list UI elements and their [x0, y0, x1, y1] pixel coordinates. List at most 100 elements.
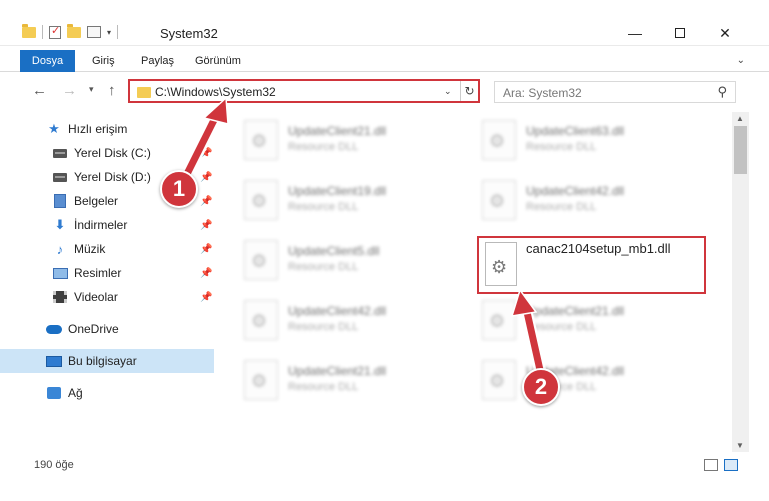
forward-arrow-icon[interactable]: →: [62, 82, 77, 99]
chevron-down-icon[interactable]: ▾: [107, 28, 111, 37]
file-name: UpdateClient42.dll: [526, 184, 625, 198]
pin-icon[interactable]: 📌: [200, 148, 212, 159]
pin-icon[interactable]: 📌: [200, 220, 212, 231]
pin-icon[interactable]: 📌: [200, 196, 212, 207]
address-bar[interactable]: C:\Windows\System32 ⌄ ↻: [128, 79, 480, 103]
maximize-button[interactable]: [657, 18, 703, 48]
drive-icon: [52, 146, 68, 160]
file-type: Resource DLL: [288, 261, 359, 273]
sidebar-item-pictures[interactable]: Resimler 📌: [0, 261, 214, 285]
pictures-icon: [52, 266, 68, 280]
sidebar-item-disk-c[interactable]: Yerel Disk (C:) 📌: [0, 141, 214, 165]
tab-file[interactable]: Dosya: [20, 50, 75, 72]
dll-file-icon: [485, 242, 517, 286]
file-list: UpdateClient21.dll Resource DLL UpdateCl…: [214, 112, 732, 452]
list-item[interactable]: UpdateClient42.dll Resource DLL: [214, 296, 434, 344]
ribbon-tabs: Dosya Giriş Paylaş Görünüm ⌄: [0, 50, 769, 72]
sidebar-item-label: Videolar: [74, 290, 118, 304]
list-item[interactable]: UpdateClient21.dll Resource DLL: [214, 116, 434, 164]
sidebar-item-quick-access[interactable]: ★ Hızlı erişim: [0, 117, 214, 141]
folder-icon[interactable]: [22, 23, 36, 38]
up-arrow-icon[interactable]: ↑: [108, 82, 116, 99]
item-count: 190 öğe: [34, 459, 74, 471]
pin-icon[interactable]: 📌: [200, 172, 212, 183]
search-icon[interactable]: ⚲: [717, 84, 727, 100]
quick-access-toolbar: ▾: [22, 22, 119, 42]
sidebar-item-label: Belgeler: [74, 194, 119, 208]
dll-file-icon: [244, 360, 278, 400]
dll-file-icon: [244, 180, 278, 220]
minimize-button[interactable]: —: [612, 18, 658, 48]
back-arrow-icon[interactable]: ←: [32, 82, 47, 99]
list-item[interactable]: UpdateClient5.dll Resource DLL: [214, 236, 434, 284]
search-input[interactable]: Ara: System32 ⚲: [494, 81, 736, 103]
pin-icon[interactable]: 📌: [200, 244, 212, 255]
sidebar-item-label: Hızlı erişim: [68, 122, 128, 136]
status-bar: 190 öğe: [0, 452, 769, 480]
file-type: Resource DLL: [288, 381, 359, 393]
address-path[interactable]: C:\Windows\System32: [155, 85, 276, 99]
maximize-icon: [675, 28, 685, 38]
drive-icon: [52, 170, 68, 184]
dll-file-icon: [482, 360, 516, 400]
scrollbar-thumb[interactable]: [734, 126, 747, 174]
tiles-view-icon[interactable]: [724, 459, 738, 471]
sidebar-item-downloads[interactable]: ⬇ İndirmeler 📌: [0, 213, 214, 237]
step-1-badge: 1: [160, 170, 198, 208]
file-name: UpdateClient21.dll: [526, 304, 625, 318]
list-item[interactable]: UpdateClient42.dll Resource DLL: [452, 356, 672, 404]
list-item[interactable]: UpdateClient42.dll Resource DLL: [452, 176, 672, 224]
pin-icon[interactable]: 📌: [200, 268, 212, 279]
sidebar-item-label: Bu bilgisayar: [68, 354, 137, 368]
file-name: UpdateClient21.dll: [288, 364, 387, 378]
file-type: Resource DLL: [288, 141, 359, 153]
list-item[interactable]: UpdateClient63.dll Resource DLL: [452, 116, 672, 164]
sidebar-item-label: Resimler: [74, 266, 122, 280]
new-folder-icon[interactable]: [67, 23, 81, 38]
properties-check-icon[interactable]: [49, 24, 61, 39]
dll-file-icon: [244, 120, 278, 160]
dll-file-icon: [482, 300, 516, 340]
download-icon: ⬇: [54, 217, 66, 232]
vertical-scrollbar[interactable]: ▲ ▼: [732, 112, 749, 452]
sidebar-item-label: Yerel Disk (C:): [74, 146, 151, 160]
window-title: System32: [160, 26, 218, 41]
sidebar-item-network[interactable]: Ağ: [0, 381, 214, 405]
chevron-down-icon[interactable]: ⌄: [737, 55, 745, 66]
scroll-down-icon[interactable]: ▼: [736, 441, 744, 450]
folder-icon: [137, 87, 151, 98]
chevron-down-icon[interactable]: ⌄: [444, 86, 452, 97]
tab-home[interactable]: Giriş: [92, 50, 115, 72]
cloud-icon: [46, 322, 62, 336]
pin-icon[interactable]: 📌: [200, 292, 212, 303]
file-name: UpdateClient42.dll: [288, 304, 387, 318]
star-icon: ★: [48, 121, 60, 136]
dll-file-icon: [244, 300, 278, 340]
refresh-icon[interactable]: ↻: [460, 81, 478, 101]
view-properties-icon[interactable]: [87, 26, 101, 38]
sidebar-item-videos[interactable]: Videolar 📌: [0, 285, 214, 309]
tab-view[interactable]: Görünüm: [195, 50, 241, 72]
toolbar-divider: [42, 25, 43, 39]
scroll-up-icon[interactable]: ▲: [736, 114, 744, 123]
sidebar-item-label: Müzik: [74, 242, 106, 256]
sidebar-item-this-pc[interactable]: Bu bilgisayar: [0, 349, 214, 373]
list-item[interactable]: UpdateClient21.dll Resource DLL: [452, 296, 672, 344]
navigation-bar: ← → ▾ ↑ C:\Windows\System32 ⌄ ↻ Ara: Sys…: [0, 72, 769, 110]
highlighted-file[interactable]: canac2104setup_mb1.dll: [477, 236, 706, 294]
tab-share[interactable]: Paylaş: [141, 50, 174, 72]
sidebar-item-label: İndirmeler: [74, 218, 128, 232]
dll-file-icon: [244, 240, 278, 280]
dll-file-icon: [482, 120, 516, 160]
details-view-icon[interactable]: [704, 459, 718, 471]
close-button[interactable]: ✕: [702, 18, 748, 48]
sidebar-item-music[interactable]: ♪ Müzik 📌: [0, 237, 214, 261]
recent-locations-icon[interactable]: ▾: [89, 84, 94, 95]
sidebar-item-onedrive[interactable]: OneDrive: [0, 317, 214, 341]
list-item[interactable]: UpdateClient21.dll Resource DLL: [214, 356, 434, 404]
file-type: Resource DLL: [526, 321, 597, 333]
search-placeholder: Ara: System32: [503, 86, 582, 100]
list-item[interactable]: UpdateClient19.dll Resource DLL: [214, 176, 434, 224]
title-bar: ▾ System32 — ✕: [0, 0, 769, 46]
toolbar-divider: [117, 25, 119, 39]
